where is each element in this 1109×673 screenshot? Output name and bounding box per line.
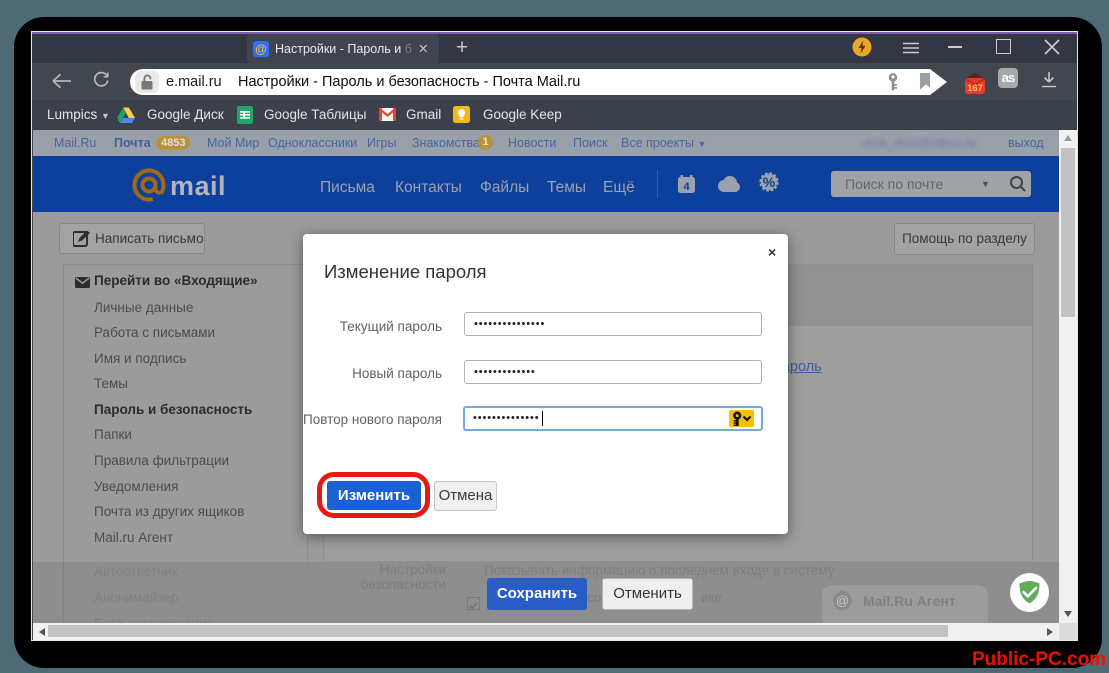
svg-text:167: 167	[967, 83, 983, 94]
svg-text:4: 4	[683, 181, 690, 193]
svg-text:mail: mail	[170, 171, 226, 201]
svg-text:%: %	[763, 174, 776, 190]
